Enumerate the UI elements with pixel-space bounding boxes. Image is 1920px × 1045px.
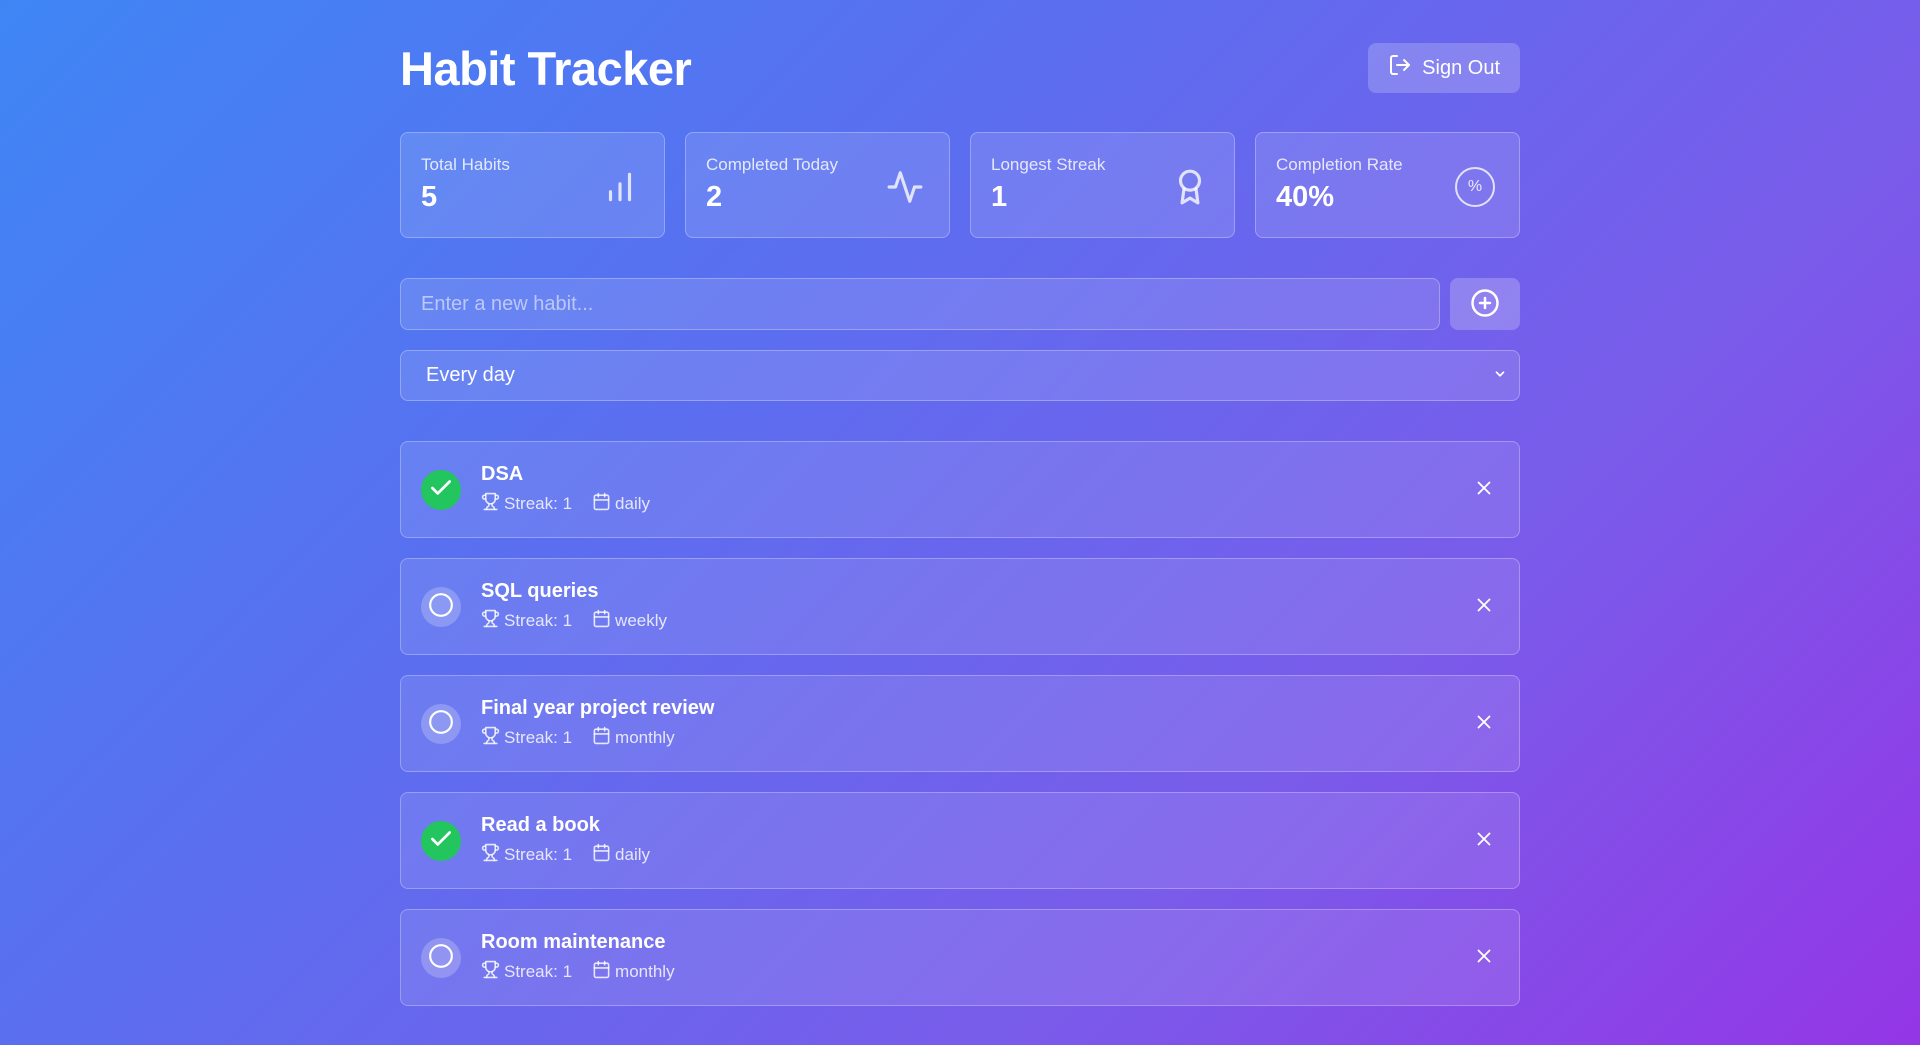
app-container: Habit Tracker Sign Out Total Habits 5 Co… — [400, 0, 1520, 1026]
stat-card-completion-rate: Completion Rate 40% % — [1255, 132, 1520, 238]
sign-out-button[interactable]: Sign Out — [1368, 43, 1520, 93]
calendar-icon — [592, 492, 611, 516]
calendar-icon — [592, 843, 611, 867]
habit-streak: Streak: 1 — [481, 609, 572, 633]
calendar-icon — [592, 609, 611, 633]
delete-habit-button[interactable] — [1471, 477, 1497, 503]
circle-icon — [428, 709, 454, 738]
habit-streak-label: Streak: 1 — [504, 494, 573, 513]
habit-name: DSA — [481, 463, 524, 485]
habit-frequency-label: daily — [615, 845, 651, 864]
habit-streak: Streak: 1 — [481, 726, 572, 750]
habit-frequency: daily — [592, 843, 650, 867]
habit-meta: Streak: 1 daily — [481, 843, 650, 867]
habit-toggle-button[interactable] — [421, 703, 461, 744]
calendar-icon — [592, 960, 611, 984]
habit-streak: Streak: 1 — [481, 960, 572, 984]
habit-item: Room maintenance Streak: 1 monthly — [400, 909, 1520, 1006]
award-icon — [1170, 167, 1210, 207]
add-habit-row — [400, 278, 1520, 330]
activity-icon — [885, 167, 925, 207]
habit-frequency: monthly — [592, 960, 675, 984]
habit-body: SQL queries Streak: 1 weekly — [481, 580, 667, 633]
habit-frequency: monthly — [592, 726, 675, 750]
habit-body: Room maintenance Streak: 1 monthly — [481, 931, 675, 984]
add-habit-button[interactable] — [1450, 278, 1520, 330]
log-out-icon — [1388, 53, 1412, 83]
close-icon — [1473, 945, 1495, 970]
circle-icon — [428, 943, 454, 972]
habit-body: DSA Streak: 1 daily — [481, 463, 650, 516]
stat-card-completed-today: Completed Today 2 — [685, 132, 950, 238]
stat-card-total-habits: Total Habits 5 — [400, 132, 665, 238]
page-title: Habit Tracker — [400, 41, 692, 95]
habit-item: Read a book Streak: 1 daily — [400, 792, 1520, 889]
new-habit-input[interactable] — [400, 278, 1440, 330]
habit-frequency-label: weekly — [615, 611, 668, 630]
sign-out-label: Sign Out — [1422, 56, 1500, 79]
habit-frequency-label: monthly — [615, 728, 675, 747]
habit-frequency-label: monthly — [615, 962, 675, 981]
habit-streak-label: Streak: 1 — [504, 845, 573, 864]
trophy-icon — [481, 726, 500, 750]
habit-meta: Streak: 1 daily — [481, 492, 650, 516]
habit-streak-label: Streak: 1 — [504, 962, 573, 981]
habit-frequency: daily — [592, 492, 650, 516]
frequency-select[interactable]: Every day — [400, 350, 1520, 401]
percent-icon-text: % — [1455, 167, 1495, 207]
plus-circle-icon — [1470, 288, 1500, 321]
habit-toggle-button[interactable] — [421, 820, 461, 861]
habit-item: Final year project review Streak: 1 mont… — [400, 675, 1520, 772]
habit-body: Final year project review Streak: 1 mont… — [481, 697, 714, 750]
habit-meta: Streak: 1 monthly — [481, 726, 714, 750]
habit-item: DSA Streak: 1 daily — [400, 441, 1520, 538]
habit-name: Final year project review — [481, 697, 715, 719]
delete-habit-button[interactable] — [1471, 711, 1497, 737]
delete-habit-button[interactable] — [1471, 945, 1497, 971]
chevron-down-icon — [1493, 364, 1507, 387]
circle-icon — [428, 592, 454, 621]
calendar-icon — [592, 726, 611, 750]
delete-habit-button[interactable] — [1471, 828, 1497, 854]
habit-name: SQL queries — [481, 580, 599, 602]
habit-toggle-button[interactable] — [421, 469, 461, 510]
habit-meta: Streak: 1 monthly — [481, 960, 675, 984]
percent-icon: % — [1455, 167, 1495, 207]
trophy-icon — [481, 960, 500, 984]
habit-frequency-label: daily — [615, 494, 651, 513]
bar-chart-icon — [600, 167, 640, 207]
close-icon — [1473, 477, 1495, 502]
habit-name: Room maintenance — [481, 931, 666, 953]
habit-list: DSA Streak: 1 daily SQL queries Streak: … — [400, 441, 1520, 1006]
habit-streak: Streak: 1 — [481, 492, 572, 516]
habit-toggle-button[interactable] — [421, 586, 461, 627]
habit-item: SQL queries Streak: 1 weekly — [400, 558, 1520, 655]
habit-toggle-button[interactable] — [421, 937, 461, 978]
check-icon — [428, 475, 454, 504]
habit-body: Read a book Streak: 1 daily — [481, 814, 650, 867]
habit-meta: Streak: 1 weekly — [481, 609, 667, 633]
trophy-icon — [481, 492, 500, 516]
trophy-icon — [481, 609, 500, 633]
delete-habit-button[interactable] — [1471, 594, 1497, 620]
stat-card-longest-streak: Longest Streak 1 — [970, 132, 1235, 238]
header: Habit Tracker Sign Out — [400, 0, 1520, 132]
habit-streak-label: Streak: 1 — [504, 611, 573, 630]
habit-frequency: weekly — [592, 609, 667, 633]
stats-row: Total Habits 5 Completed Today 2 Longest… — [400, 132, 1520, 238]
check-icon — [428, 826, 454, 855]
frequency-selected-value: Every day — [426, 364, 515, 386]
trophy-icon — [481, 843, 500, 867]
habit-streak-label: Streak: 1 — [504, 728, 573, 747]
habit-streak: Streak: 1 — [481, 843, 572, 867]
close-icon — [1473, 828, 1495, 853]
close-icon — [1473, 711, 1495, 736]
close-icon — [1473, 594, 1495, 619]
habit-name: Read a book — [481, 814, 600, 836]
